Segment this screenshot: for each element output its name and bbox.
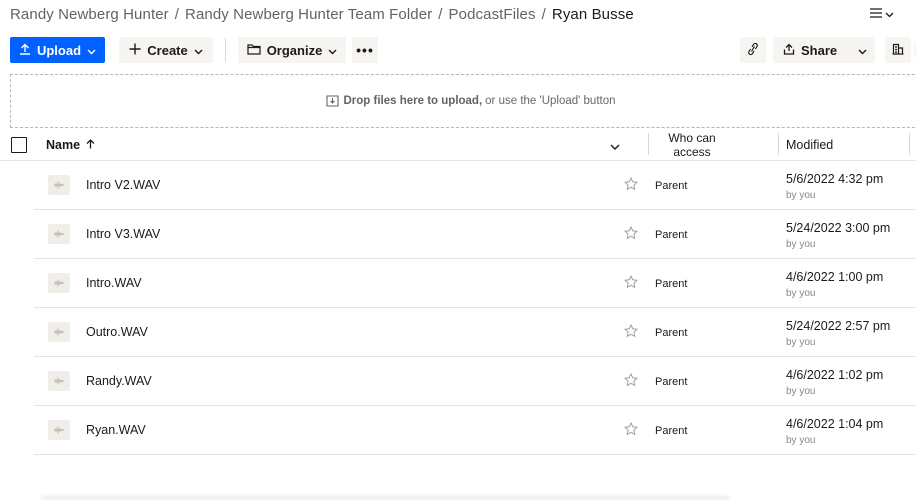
column-divider <box>778 133 779 155</box>
organize-button[interactable]: Organize <box>238 37 346 63</box>
access-value: Parent <box>655 278 688 290</box>
upload-dropzone[interactable]: Drop files here to upload, or use the 'U… <box>10 74 916 128</box>
star-icon[interactable] <box>623 372 639 392</box>
copy-link-button[interactable] <box>740 37 766 63</box>
audio-file-icon <box>48 371 70 391</box>
dropzone-bold-text: Drop files here to upload, <box>343 95 483 107</box>
folder-icon <box>247 43 261 58</box>
file-name[interactable]: Randy.WAV <box>86 374 152 388</box>
table-row[interactable]: Intro V3.WAV Parent 5/24/2022 3:00 pm by yo… <box>0 210 916 259</box>
upload-button[interactable]: Upload <box>10 37 105 63</box>
modified-by: by you <box>786 435 816 446</box>
modified-date: 4/6/2022 1:00 pm <box>786 270 884 284</box>
dropzone-text: or use the 'Upload' button <box>485 95 616 107</box>
access-value: Parent <box>655 376 688 388</box>
more-actions-button[interactable]: ••• <box>352 37 378 63</box>
breadcrumb-item-root[interactable]: Randy Newberg Hunter <box>10 6 169 23</box>
breadcrumb-separator: / <box>174 6 180 23</box>
link-icon <box>747 42 759 59</box>
access-value: Parent <box>655 425 688 437</box>
list-view-icon <box>870 5 882 21</box>
modified-by: by you <box>786 386 816 397</box>
modified-by: by you <box>786 337 816 348</box>
modified-by: by you <box>786 288 816 299</box>
plus-icon <box>129 43 141 58</box>
file-list: Intro V2.WAV Parent 5/6/2022 4:32 pm by you… <box>0 161 916 455</box>
modified-date: 5/6/2022 4:32 pm <box>786 172 884 186</box>
create-button[interactable]: Create <box>119 37 213 63</box>
file-name[interactable]: Outro.WAV <box>86 325 148 339</box>
chevron-down-icon <box>87 43 96 58</box>
chevron-down-icon <box>885 5 894 21</box>
toolbar: Upload Create Organize ••• Share <box>10 37 916 63</box>
breadcrumb-item-podcastfiles[interactable]: PodcastFiles <box>449 6 536 23</box>
column-divider <box>648 133 649 155</box>
column-header-access[interactable]: Who can access <box>652 131 732 159</box>
sort-ascending-icon <box>86 138 95 152</box>
view-toggle-button[interactable] <box>870 5 894 21</box>
column-header-modified[interactable]: Modified <box>786 138 833 152</box>
column-header-name-label: Name <box>46 138 81 152</box>
file-name[interactable]: Intro V2.WAV <box>86 178 160 192</box>
row-divider <box>34 454 916 455</box>
star-icon[interactable] <box>623 225 639 245</box>
breadcrumb-item-team-folder[interactable]: Randy Newberg Hunter Team Folder <box>185 6 432 23</box>
file-name[interactable]: Intro V3.WAV <box>86 227 160 241</box>
star-icon[interactable] <box>623 274 639 294</box>
chevron-down-icon <box>858 43 867 58</box>
share-icon <box>783 43 795 58</box>
more-icon: ••• <box>356 42 374 58</box>
column-header-name[interactable]: Name <box>46 138 95 152</box>
file-name[interactable]: Intro.WAV <box>86 276 142 290</box>
chevron-down-icon <box>610 138 620 155</box>
chevron-down-icon <box>194 43 203 58</box>
audio-file-icon <box>48 420 70 440</box>
breadcrumb: Randy Newberg Hunter / Randy Newberg Hunte… <box>10 6 634 23</box>
access-value: Parent <box>655 327 688 339</box>
share-button[interactable]: Share <box>773 37 875 63</box>
audio-file-icon <box>48 273 70 293</box>
table-row[interactable]: Randy.WAV Parent 4/6/2022 1:02 pm by you <box>0 357 916 406</box>
modified-date: 4/6/2022 1:04 pm <box>786 417 884 431</box>
column-divider <box>909 133 910 155</box>
modified-by: by you <box>786 239 816 250</box>
access-value: Parent <box>655 180 688 192</box>
table-row[interactable]: Ryan.WAV Parent 4/6/2022 1:04 pm by you <box>0 406 916 455</box>
toolbar-divider <box>225 38 226 62</box>
upload-label: Upload <box>36 42 82 58</box>
organize-label: Organize <box>266 42 323 58</box>
modified-date: 5/24/2022 3:00 pm <box>786 221 891 235</box>
table-row[interactable]: Intro.WAV Parent 4/6/2022 1:00 pm by you <box>0 259 916 308</box>
breadcrumb-separator: / <box>438 6 443 23</box>
bottom-panel-edge <box>40 496 730 500</box>
audio-file-icon <box>48 175 70 195</box>
file-name[interactable]: Ryan.WAV <box>86 423 146 437</box>
modified-by: by you <box>786 190 816 201</box>
share-options-dropdown[interactable] <box>849 37 875 63</box>
select-all-checkbox[interactable] <box>11 137 27 153</box>
star-icon[interactable] <box>623 323 639 343</box>
access-value: Parent <box>655 229 688 241</box>
details-panel-button[interactable] <box>885 37 911 63</box>
breadcrumb-separator: / <box>541 6 546 23</box>
star-icon[interactable] <box>623 421 639 441</box>
upload-icon <box>19 43 31 58</box>
audio-file-icon <box>48 322 70 342</box>
modified-date: 5/24/2022 2:57 pm <box>786 319 891 333</box>
page-title: Ryan Busse <box>551 6 634 23</box>
modified-date: 4/6/2022 1:02 pm <box>786 368 884 382</box>
table-header: Name Who can access Modified <box>0 129 916 161</box>
star-icon[interactable] <box>623 176 639 196</box>
building-icon <box>892 43 904 58</box>
share-label: Share <box>801 42 838 58</box>
chevron-down-icon <box>328 43 337 58</box>
table-row[interactable]: Outro.WAV Parent 5/24/2022 2:57 pm by you <box>0 308 916 357</box>
table-row[interactable]: Intro V2.WAV Parent 5/6/2022 4:32 pm by you <box>0 161 916 210</box>
create-label: Create <box>147 42 188 58</box>
column-options-button[interactable] <box>610 138 620 156</box>
audio-file-icon <box>48 224 70 244</box>
drop-file-icon <box>325 95 339 107</box>
